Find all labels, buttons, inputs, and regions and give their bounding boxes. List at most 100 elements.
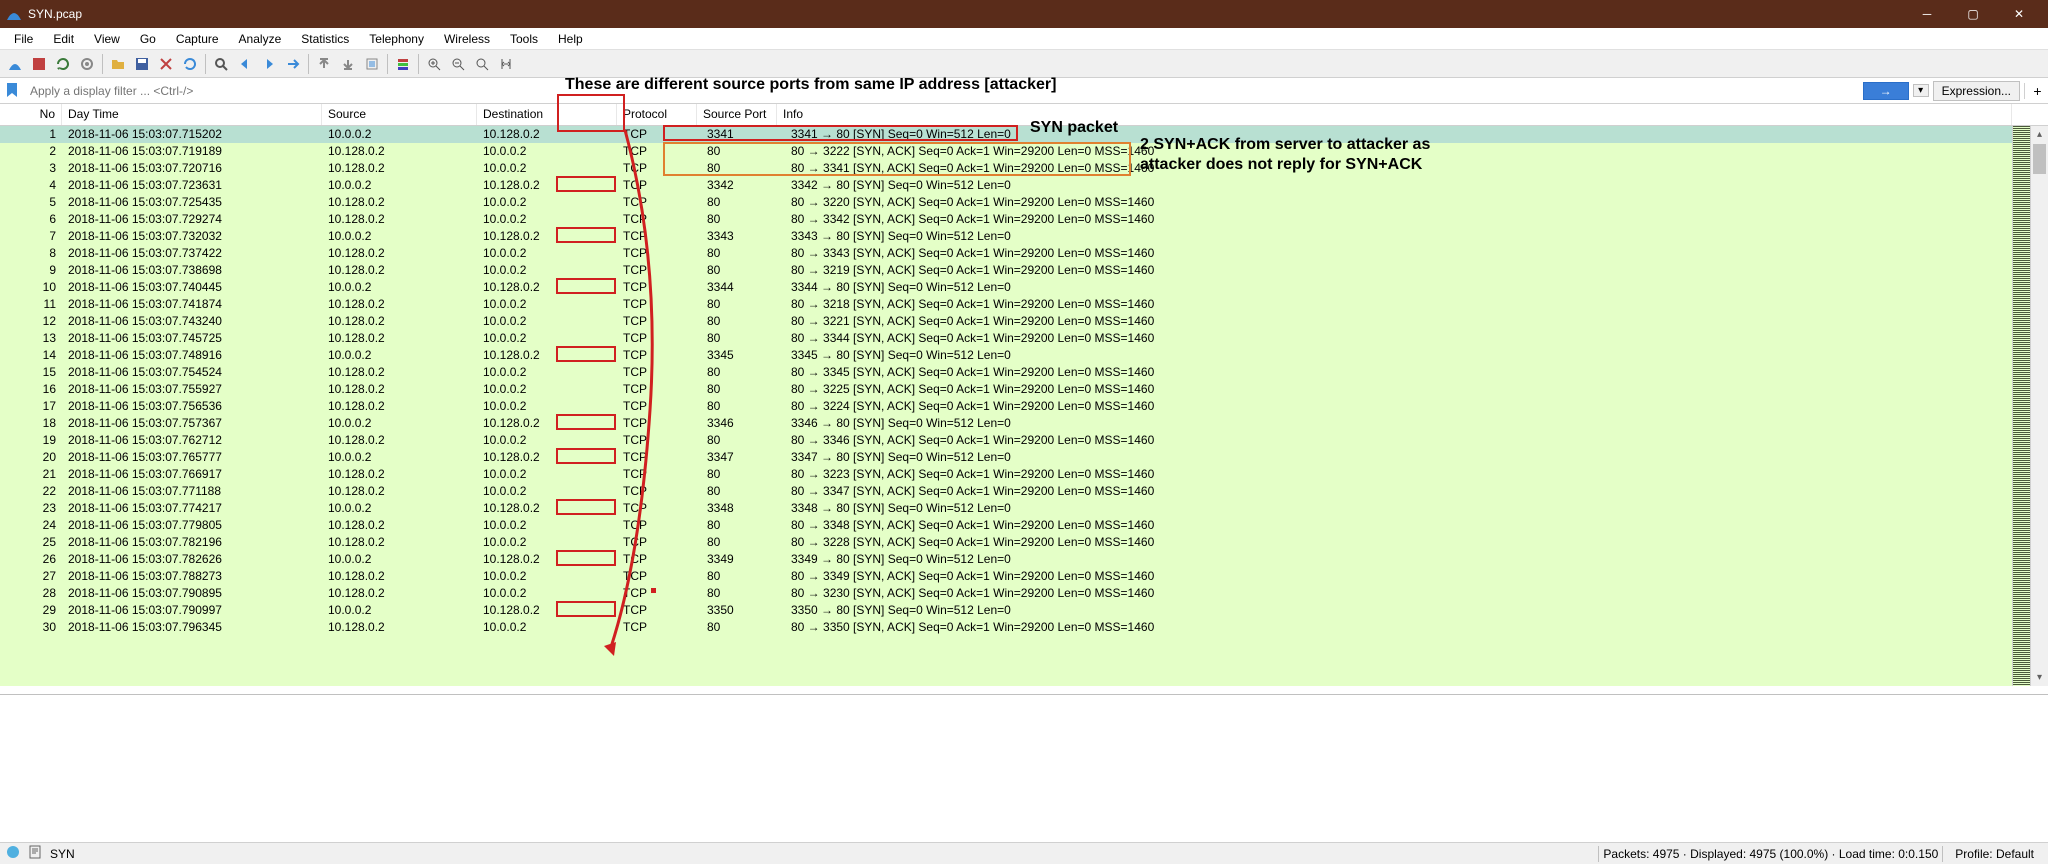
toolbar-stop-capture-button[interactable] xyxy=(28,53,50,75)
packet-row[interactable]: 72018-11-06 15:03:07.73203210.0.0.210.12… xyxy=(0,228,2048,245)
packet-row[interactable]: 212018-11-06 15:03:07.76691710.128.0.210… xyxy=(0,466,2048,483)
packet-row[interactable]: 162018-11-06 15:03:07.75592710.128.0.210… xyxy=(0,381,2048,398)
window-minimize-button[interactable]: ─ xyxy=(1904,0,1950,28)
expression-button[interactable]: Expression... xyxy=(1933,81,2020,101)
toolbar-save-button[interactable] xyxy=(131,53,153,75)
toolbar-start-capture-button[interactable] xyxy=(4,53,26,75)
packet-row[interactable]: 172018-11-06 15:03:07.75653610.128.0.210… xyxy=(0,398,2048,415)
toolbar-resize-columns-button[interactable] xyxy=(495,53,517,75)
packet-row[interactable]: 232018-11-06 15:03:07.77421710.0.0.210.1… xyxy=(0,500,2048,517)
menu-edit[interactable]: Edit xyxy=(43,30,84,48)
window-maximize-button[interactable]: ▢ xyxy=(1950,0,1996,28)
toolbar-reload-button[interactable] xyxy=(179,53,201,75)
packet-row[interactable]: 22018-11-06 15:03:07.71918910.128.0.210.… xyxy=(0,143,2048,160)
cell-source: 10.128.0.2 xyxy=(322,245,477,262)
expert-info-icon[interactable] xyxy=(6,845,20,862)
column-header-info[interactable]: Info xyxy=(777,104,2012,125)
vertical-scrollbar[interactable]: ▴ ▾ xyxy=(2030,126,2048,686)
cell-source-port: 80 xyxy=(697,517,777,534)
filter-history-dropdown[interactable]: ▾ xyxy=(1913,84,1929,97)
cell-destination: 10.128.0.2 xyxy=(477,551,617,568)
cell-info: 80 → 3348 [SYN, ACK] Seq=0 Ack=1 Win=292… xyxy=(777,517,2048,534)
menu-tools[interactable]: Tools xyxy=(500,30,548,48)
packet-row[interactable]: 192018-11-06 15:03:07.76271210.128.0.210… xyxy=(0,432,2048,449)
add-filter-button[interactable]: + xyxy=(2024,83,2044,99)
status-profile[interactable]: Profile: Default xyxy=(1947,847,2042,861)
packet-row[interactable]: 272018-11-06 15:03:07.78827310.128.0.210… xyxy=(0,568,2048,585)
bookmark-icon[interactable] xyxy=(4,82,22,100)
packet-row[interactable]: 152018-11-06 15:03:07.75452410.128.0.210… xyxy=(0,364,2048,381)
toolbar-go-to-packet-button[interactable] xyxy=(282,53,304,75)
filter-apply-button[interactable]: → xyxy=(1863,82,1909,100)
cell-protocol: TCP xyxy=(617,602,697,619)
menu-telephony[interactable]: Telephony xyxy=(359,30,434,48)
cell-info: 3342 → 80 [SYN] Seq=0 Win=512 Len=0 xyxy=(777,177,2048,194)
packet-row[interactable]: 202018-11-06 15:03:07.76577710.0.0.210.1… xyxy=(0,449,2048,466)
packet-row[interactable]: 112018-11-06 15:03:07.74187410.128.0.210… xyxy=(0,296,2048,313)
status-bar: SYN Packets: 4975 · Displayed: 4975 (100… xyxy=(0,842,2048,864)
window-close-button[interactable]: ✕ xyxy=(1996,0,2042,28)
cell-no: 18 xyxy=(0,415,62,432)
packet-row[interactable]: 62018-11-06 15:03:07.72927410.128.0.210.… xyxy=(0,211,2048,228)
toolbar-open-button[interactable] xyxy=(107,53,129,75)
packet-row[interactable]: 42018-11-06 15:03:07.72363110.0.0.210.12… xyxy=(0,177,2048,194)
packet-row[interactable]: 12018-11-06 15:03:07.71520210.0.0.210.12… xyxy=(0,126,2048,143)
menu-statistics[interactable]: Statistics xyxy=(291,30,359,48)
packet-row[interactable]: 292018-11-06 15:03:07.79099710.0.0.210.1… xyxy=(0,602,2048,619)
packet-list[interactable]: ▴ ▾ 12018-11-06 15:03:07.71520210.0.0.21… xyxy=(0,126,2048,686)
packet-row[interactable]: 52018-11-06 15:03:07.72543510.128.0.210.… xyxy=(0,194,2048,211)
toolbar-first-packet-button[interactable] xyxy=(313,53,335,75)
cell-info: 80 → 3345 [SYN, ACK] Seq=0 Ack=1 Win=292… xyxy=(777,364,2048,381)
display-filter-input[interactable] xyxy=(26,82,1859,100)
toolbar-find-button[interactable] xyxy=(210,53,232,75)
column-header-destination[interactable]: Destination xyxy=(477,104,617,125)
cell-protocol: TCP xyxy=(617,449,697,466)
packet-row[interactable]: 92018-11-06 15:03:07.73869810.128.0.210.… xyxy=(0,262,2048,279)
packet-row[interactable]: 122018-11-06 15:03:07.74324010.128.0.210… xyxy=(0,313,2048,330)
column-header-daytime[interactable]: Day Time xyxy=(62,104,322,125)
packet-row[interactable]: 102018-11-06 15:03:07.74044510.0.0.210.1… xyxy=(0,279,2048,296)
toolbar-zoom-reset-button[interactable] xyxy=(471,53,493,75)
toolbar-restart-capture-button[interactable] xyxy=(52,53,74,75)
cell-source: 10.0.0.2 xyxy=(322,551,477,568)
packet-row[interactable]: 252018-11-06 15:03:07.78219610.128.0.210… xyxy=(0,534,2048,551)
scrollbar-thumb[interactable] xyxy=(2033,144,2046,174)
menu-wireless[interactable]: Wireless xyxy=(434,30,500,48)
packet-details-pane[interactable] xyxy=(0,694,2048,842)
menu-view[interactable]: View xyxy=(84,30,130,48)
menu-go[interactable]: Go xyxy=(130,30,166,48)
toolbar-zoom-in-button[interactable] xyxy=(423,53,445,75)
capture-file-properties-icon[interactable] xyxy=(28,845,42,862)
menu-file[interactable]: File xyxy=(4,30,43,48)
toolbar-zoom-out-button[interactable] xyxy=(447,53,469,75)
column-header-protocol[interactable]: Protocol xyxy=(617,104,697,125)
packet-row[interactable]: 142018-11-06 15:03:07.74891610.0.0.210.1… xyxy=(0,347,2048,364)
packet-row[interactable]: 242018-11-06 15:03:07.77980510.128.0.210… xyxy=(0,517,2048,534)
toolbar-auto-scroll-button[interactable] xyxy=(361,53,383,75)
packet-row[interactable]: 222018-11-06 15:03:07.77118810.128.0.210… xyxy=(0,483,2048,500)
toolbar-go-back-button[interactable] xyxy=(234,53,256,75)
packet-row[interactable]: 82018-11-06 15:03:07.73742210.128.0.210.… xyxy=(0,245,2048,262)
packet-row[interactable]: 32018-11-06 15:03:07.72071610.128.0.210.… xyxy=(0,160,2048,177)
column-header-no[interactable]: No xyxy=(0,104,62,125)
packet-row[interactable]: 182018-11-06 15:03:07.75736710.0.0.210.1… xyxy=(0,415,2048,432)
menu-help[interactable]: Help xyxy=(548,30,593,48)
toolbar-go-forward-button[interactable] xyxy=(258,53,280,75)
column-header-source-port[interactable]: Source Port xyxy=(697,104,777,125)
packet-row[interactable]: 282018-11-06 15:03:07.79089510.128.0.210… xyxy=(0,585,2048,602)
packet-row[interactable]: 262018-11-06 15:03:07.78262610.0.0.210.1… xyxy=(0,551,2048,568)
column-header-source[interactable]: Source xyxy=(322,104,477,125)
menu-capture[interactable]: Capture xyxy=(166,30,229,48)
cell-info: 3344 → 80 [SYN] Seq=0 Win=512 Len=0 xyxy=(777,279,2048,296)
cell-info: 3347 → 80 [SYN] Seq=0 Win=512 Len=0 xyxy=(777,449,2048,466)
toolbar-colorize-button[interactable] xyxy=(392,53,414,75)
packet-row[interactable]: 132018-11-06 15:03:07.74572510.128.0.210… xyxy=(0,330,2048,347)
cell-daytime: 2018-11-06 15:03:07.723631 xyxy=(62,177,322,194)
toolbar-capture-options-button[interactable] xyxy=(76,53,98,75)
cell-daytime: 2018-11-06 15:03:07.754524 xyxy=(62,364,322,381)
menu-analyze[interactable]: Analyze xyxy=(229,30,292,48)
intelligent-scrollbar[interactable] xyxy=(2012,126,2030,686)
toolbar-last-packet-button[interactable] xyxy=(337,53,359,75)
toolbar-close-button[interactable] xyxy=(155,53,177,75)
packet-row[interactable]: 302018-11-06 15:03:07.79634510.128.0.210… xyxy=(0,619,2048,636)
